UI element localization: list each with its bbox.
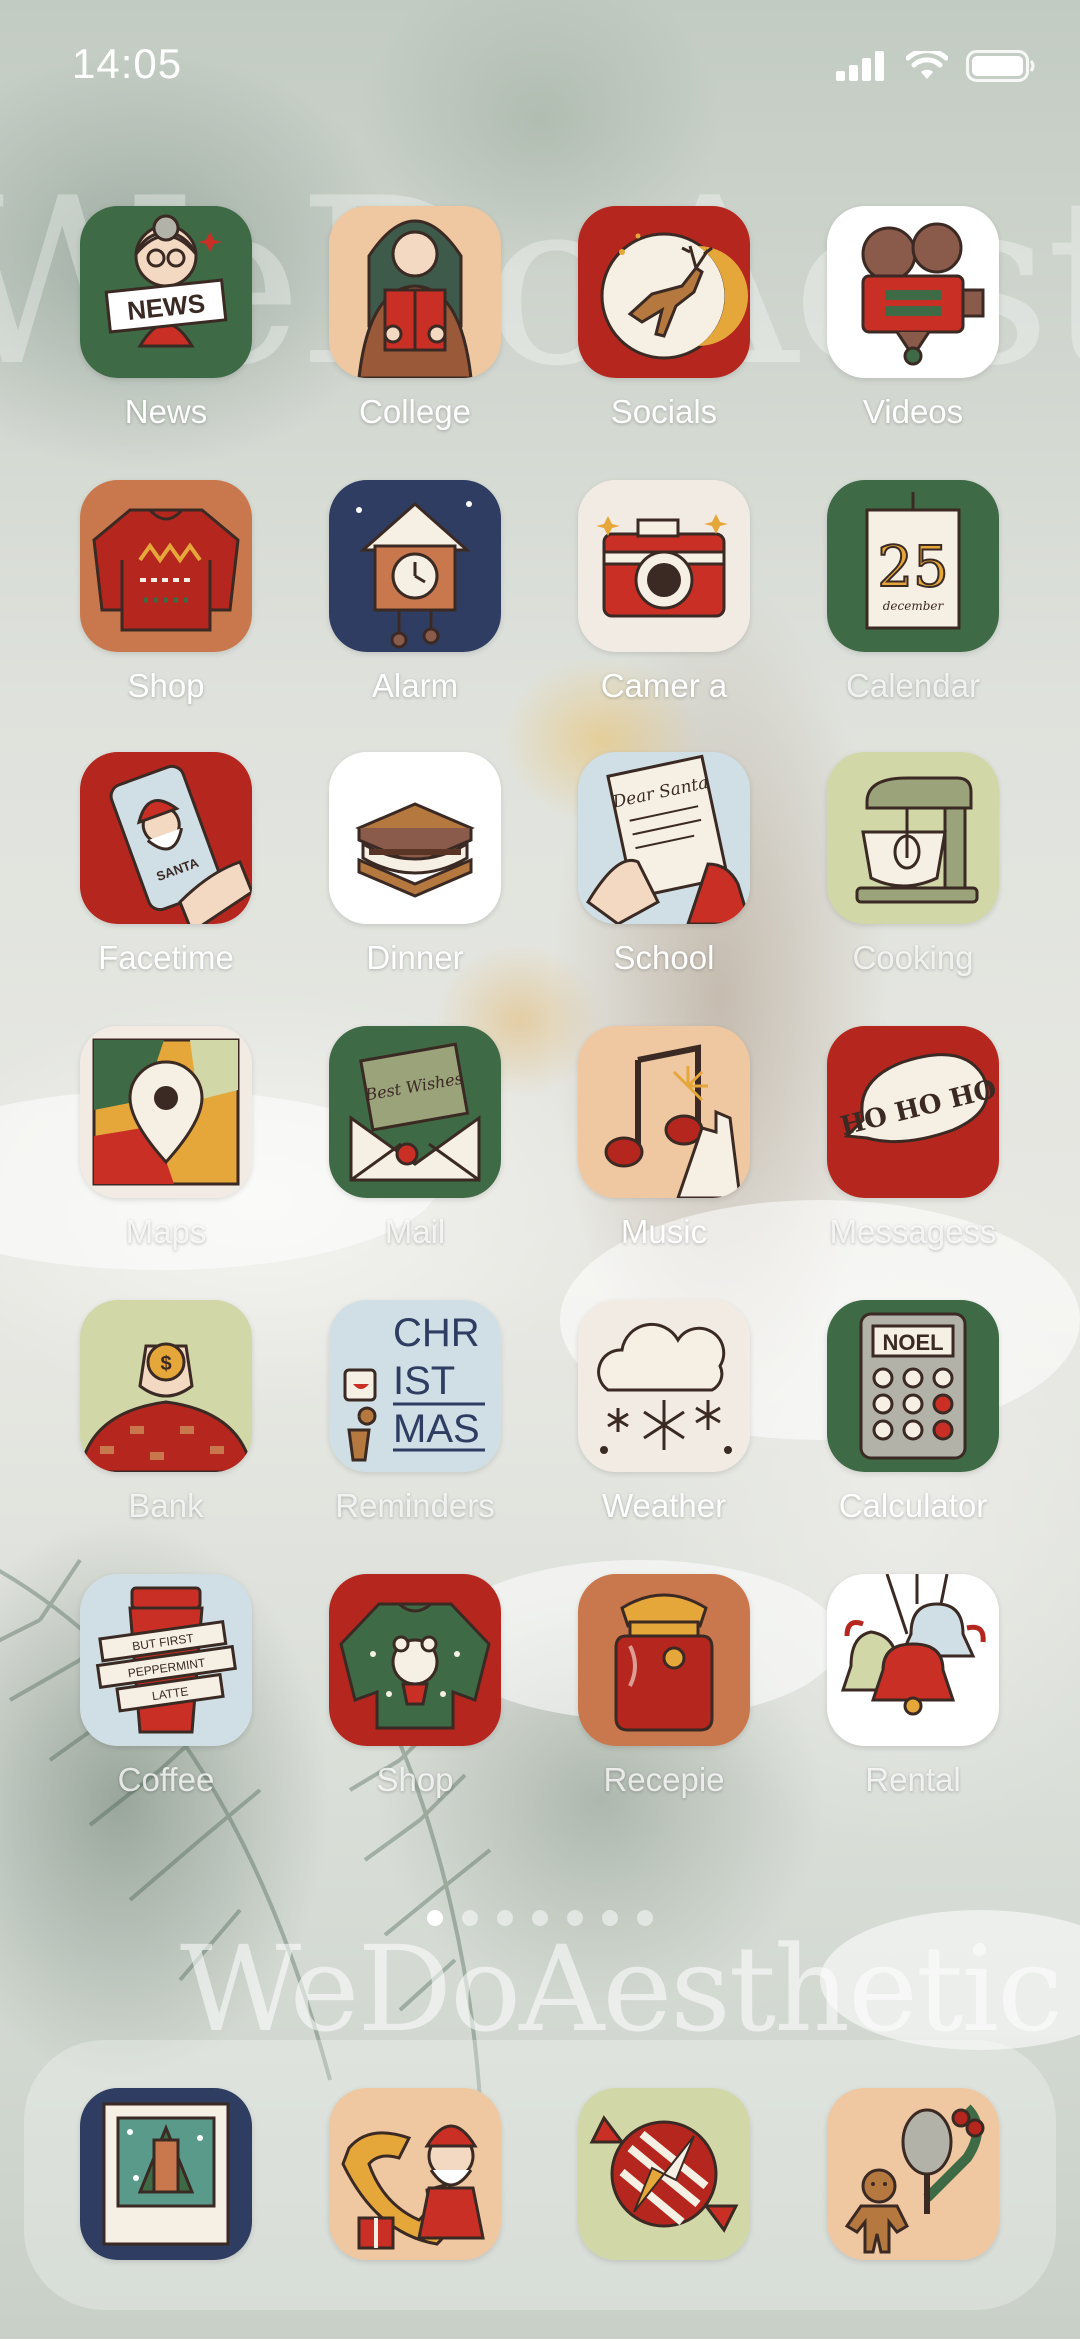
svg-text:MAS: MAS [393, 1407, 480, 1451]
peppermint-latte-icon[interactable]: BUT FIRST PEPPERMINT LATTE [80, 1574, 252, 1746]
app-bank[interactable]: $ Bank [25, 1300, 275, 1550]
app-label: Mail [384, 1213, 446, 1250]
gingerbread-microphone-icon[interactable] [827, 2088, 999, 2260]
app-label: Shop [127, 667, 205, 704]
page-dot[interactable] [532, 1910, 548, 1926]
app-camera[interactable]: Camer a [523, 480, 773, 730]
film-camera-icon[interactable] [827, 206, 999, 378]
app-label: Dinner [366, 939, 464, 976]
dear-santa-letter-icon[interactable]: Dear Santa [578, 752, 750, 924]
svg-text:CHR: CHR [393, 1311, 480, 1355]
app-label: Socials [610, 393, 718, 430]
app-facetime[interactable]: SANTA Facetime [25, 752, 275, 1002]
battery-icon [966, 50, 1035, 82]
page-dot[interactable] [462, 1910, 478, 1926]
app-label: Videos [862, 393, 964, 430]
news-girl-icon[interactable]: NEWS [80, 206, 252, 378]
app-label: Weather [601, 1487, 727, 1524]
app-weather[interactable]: Weather [523, 1300, 773, 1550]
svg-text:25: 25 [877, 535, 948, 600]
app-label: Calendar [846, 667, 980, 704]
page-dot[interactable] [497, 1910, 513, 1926]
app-news[interactable]: NEWS News [25, 206, 275, 456]
app-label: Maps [125, 1213, 207, 1250]
app-label: Cooking [852, 939, 974, 976]
svg-text:december: december [883, 599, 945, 613]
app-label: Facetime [98, 939, 234, 976]
christmas-bells-icon[interactable] [827, 1574, 999, 1746]
app-rental[interactable]: Rental [772, 1574, 1022, 1824]
page-indicator[interactable] [0, 1910, 1080, 1926]
app-alarm[interactable]: Alarm [274, 480, 524, 730]
svg-text:IST: IST [393, 1359, 455, 1403]
peppermint-compass-icon[interactable] [578, 2088, 750, 2260]
app-label: News [124, 393, 208, 430]
noel-calculator-icon[interactable]: NOEL [827, 1300, 999, 1472]
polaroid-photo-icon[interactable] [80, 2088, 252, 2260]
app-label: Bank [128, 1487, 204, 1524]
app-maps[interactable]: Maps [25, 1026, 275, 1276]
app-label: College [359, 393, 471, 430]
app-label: Camer a [600, 667, 728, 704]
jam-jar-icon[interactable] [578, 1574, 750, 1746]
page-dot[interactable] [567, 1910, 583, 1926]
calendar-25-icon[interactable]: 25 december [827, 480, 999, 652]
app-messages[interactable]: HO HO HO Messagess [772, 1026, 1022, 1276]
page-dot[interactable] [427, 1910, 443, 1926]
app-videos[interactable]: Videos [772, 206, 1022, 456]
santa-phone-icon[interactable]: SANTA [80, 752, 252, 924]
polar-bear-sweater-icon[interactable] [329, 1574, 501, 1746]
app-label: Shop [376, 1761, 454, 1798]
app-label: Alarm [371, 667, 459, 704]
clock-time: 14:05 [72, 40, 183, 87]
app-reminders[interactable]: CHR IST MAS Reminders [274, 1300, 524, 1550]
coin-sweater-icon[interactable]: $ [80, 1300, 252, 1472]
app-college[interactable]: College [274, 206, 524, 456]
app-shop[interactable]: Shop [25, 480, 275, 730]
svg-text:$: $ [160, 1353, 171, 1375]
status-bar: 14:05 [0, 0, 1080, 130]
ho-ho-ho-bubble-icon[interactable]: HO HO HO [827, 1026, 999, 1198]
app-label: Rental [865, 1761, 961, 1798]
app-coffee[interactable]: BUT FIRST PEPPERMINT LATTE Coffee [25, 1574, 275, 1824]
app-shop-2[interactable]: Shop [274, 1574, 524, 1824]
app-socials[interactable]: Socials [523, 206, 773, 456]
cuckoo-clock-icon[interactable] [329, 480, 501, 652]
dock [24, 2040, 1056, 2310]
app-label: Recepie [603, 1761, 725, 1798]
app-label: Coffee [117, 1761, 215, 1798]
stand-mixer-icon[interactable] [827, 752, 999, 924]
app-label: Reminders [335, 1487, 495, 1524]
snow-cloud-icon[interactable] [578, 1300, 750, 1472]
music-note-sparkler-icon[interactable] [578, 1026, 750, 1198]
santa-telephone-icon[interactable] [329, 2088, 501, 2260]
smores-icon[interactable] [329, 752, 501, 924]
app-label: School [613, 939, 715, 976]
map-pin-icon[interactable] [80, 1026, 252, 1198]
page-dot[interactable] [602, 1910, 618, 1926]
svg-text:NOEL: NOEL [882, 1330, 943, 1355]
reindeer-moon-icon[interactable] [578, 206, 750, 378]
christmas-sweater-icon[interactable] [80, 480, 252, 652]
camera-icon[interactable] [578, 480, 750, 652]
app-recipe[interactable]: Recepie [523, 1574, 773, 1824]
app-dinner[interactable]: Dinner [274, 752, 524, 1002]
app-mail[interactable]: Best Wishes Mail [274, 1026, 524, 1276]
app-calculator[interactable]: NOEL Calculator [772, 1300, 1022, 1550]
reading-girl-icon[interactable] [329, 206, 501, 378]
best-wishes-envelope-icon[interactable]: Best Wishes [329, 1026, 501, 1198]
wifi-icon [906, 51, 948, 79]
app-label: Messagess [829, 1213, 997, 1250]
app-calendar[interactable]: 25 december Calendar [772, 480, 1022, 730]
app-label: Calculator [838, 1487, 988, 1524]
page-dot[interactable] [637, 1910, 653, 1926]
app-cooking[interactable]: Cooking [772, 752, 1022, 1002]
christmas-text-icon[interactable]: CHR IST MAS [329, 1300, 501, 1472]
app-music[interactable]: Music [523, 1026, 773, 1276]
app-school[interactable]: Dear Santa School [523, 752, 773, 1002]
cellular-signal-icon [836, 51, 884, 81]
app-label: Music [620, 1213, 708, 1250]
